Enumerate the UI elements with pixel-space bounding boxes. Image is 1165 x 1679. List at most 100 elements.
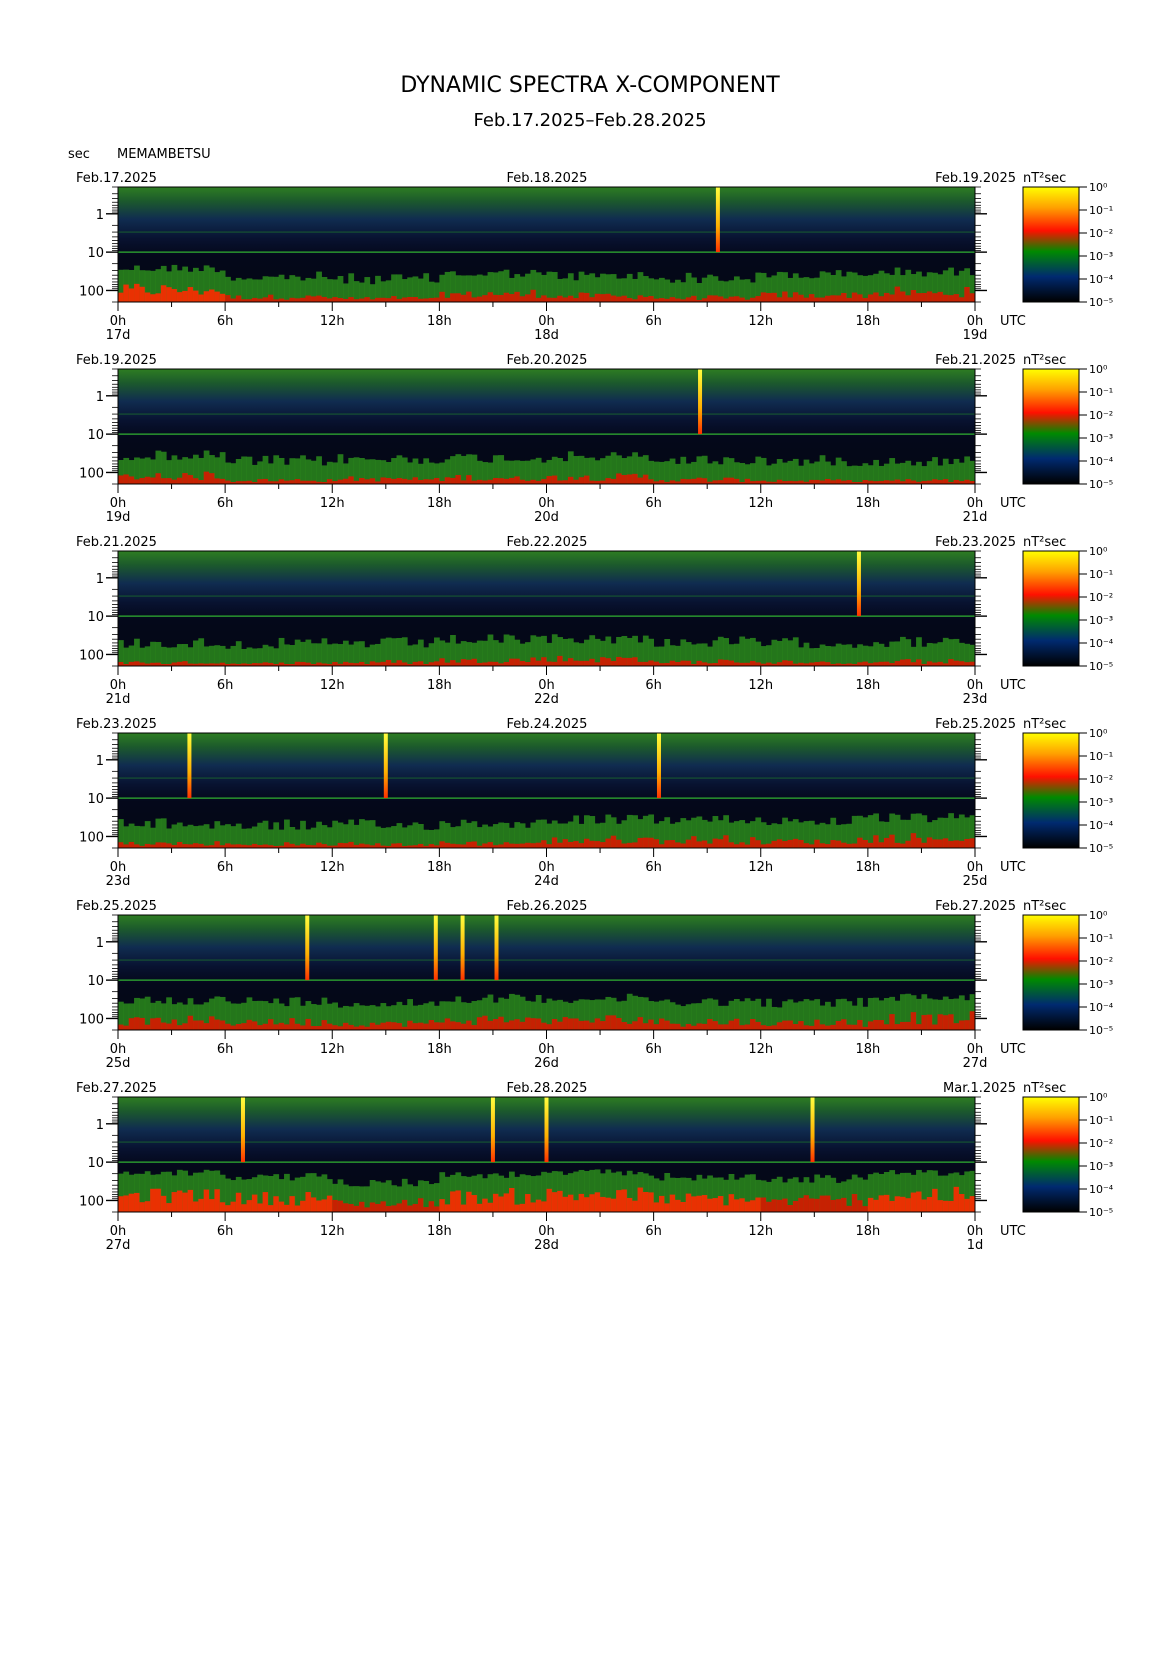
activity-green (792, 637, 799, 666)
panel-left-date: Feb.25.2025 (76, 899, 157, 914)
activity-red (814, 662, 821, 666)
activity-red (782, 1020, 788, 1030)
activity-red (867, 294, 874, 302)
activity-green (364, 820, 371, 848)
activity-red (171, 1019, 178, 1030)
activity-red (814, 297, 821, 302)
activity-red (653, 1024, 660, 1030)
activity-red (551, 837, 558, 848)
y-tick-label: 1 (96, 936, 104, 951)
activity-red (423, 298, 430, 302)
activity-red (819, 480, 826, 484)
colorbar (1022, 1096, 1080, 1213)
colorbar-tick-label: 10⁻⁵ (1089, 296, 1113, 309)
activity-red (846, 1205, 853, 1212)
activity-red (733, 1018, 740, 1030)
activity-red (680, 660, 687, 666)
activity-red (910, 1192, 917, 1212)
activity-red (841, 1019, 847, 1030)
activity-green (332, 462, 339, 484)
activity-green (600, 458, 606, 484)
activity-red (900, 1021, 906, 1030)
activity-red (658, 480, 665, 484)
activity-green (851, 815, 858, 848)
activity-red (348, 297, 355, 302)
x-tick-label: 6h (217, 1042, 234, 1057)
activity-red (241, 1204, 247, 1212)
activity-red (278, 1022, 285, 1030)
activity-red (664, 1020, 671, 1030)
activity-green (503, 634, 510, 666)
activity-red (551, 1018, 558, 1030)
activity-red (342, 478, 349, 484)
activity-red (284, 842, 290, 848)
activity-green (337, 644, 344, 666)
activity-red (487, 661, 494, 666)
activity-red (123, 474, 130, 484)
activity-red (412, 477, 419, 484)
spectra-figure: DYNAMIC SPECTRA X-COMPONENT Feb.17.2025–… (68, 73, 1114, 1253)
activity-red (369, 661, 376, 666)
activity-red (701, 298, 708, 302)
panel-mid-date: Feb.26.2025 (507, 899, 588, 914)
activity-green (273, 648, 280, 666)
activity-red (691, 295, 697, 302)
activity-green (744, 823, 751, 848)
activity-green (594, 460, 601, 484)
activity-red (482, 1198, 488, 1212)
activity-red (750, 297, 756, 302)
activity-red (219, 1202, 226, 1212)
activity-green (498, 642, 505, 666)
activity-green (664, 461, 671, 484)
activity-green (284, 279, 290, 302)
activity-red (707, 295, 713, 302)
panel-1: Feb.17.2025 Feb.18.2025 Feb.19.2025 nT²sec 1… (76, 171, 1114, 343)
activity-red (337, 298, 344, 302)
activity-red (519, 296, 526, 302)
activity-red (926, 291, 933, 302)
activity-red (610, 1015, 617, 1030)
activity-red (428, 844, 435, 848)
activity-red (267, 1205, 274, 1212)
activity-red (691, 1196, 697, 1212)
activity-red (150, 1018, 156, 1030)
activity-red (294, 1023, 301, 1030)
activity-red (728, 1020, 735, 1030)
activity-red (766, 1026, 772, 1030)
activity-red (680, 1201, 687, 1212)
activity-red (707, 1019, 713, 1030)
activity-red (648, 837, 655, 848)
activity-red (600, 842, 606, 848)
activity-red (841, 1197, 847, 1212)
activity-red (728, 296, 735, 302)
activity-red (251, 1021, 258, 1030)
activity-red (160, 842, 167, 848)
activity-red (819, 1024, 826, 1030)
activity-red (364, 297, 371, 302)
activity-red (739, 1198, 746, 1212)
activity-red (342, 661, 349, 666)
activity-green (364, 1005, 371, 1030)
x-tick-label: 12h (748, 1224, 773, 1239)
activity-red (771, 292, 778, 302)
activity-green (916, 461, 922, 484)
activity-red (675, 661, 681, 666)
activity-red (583, 660, 590, 666)
activity-red (471, 841, 478, 848)
activity-green (808, 1000, 815, 1030)
activity-red (284, 480, 290, 484)
activity-red (696, 1195, 703, 1212)
activity-red (300, 1200, 306, 1212)
activity-green (251, 464, 258, 484)
activity-green (739, 636, 746, 666)
activity-red (589, 840, 596, 848)
activity-red (187, 287, 194, 302)
activity-red (460, 294, 467, 302)
activity-red (707, 843, 713, 848)
activity-red (187, 844, 194, 848)
activity-green (653, 461, 660, 484)
activity-red (867, 1021, 874, 1030)
activity-red (198, 480, 205, 484)
activity-red (932, 479, 938, 484)
activity-green (230, 463, 237, 484)
